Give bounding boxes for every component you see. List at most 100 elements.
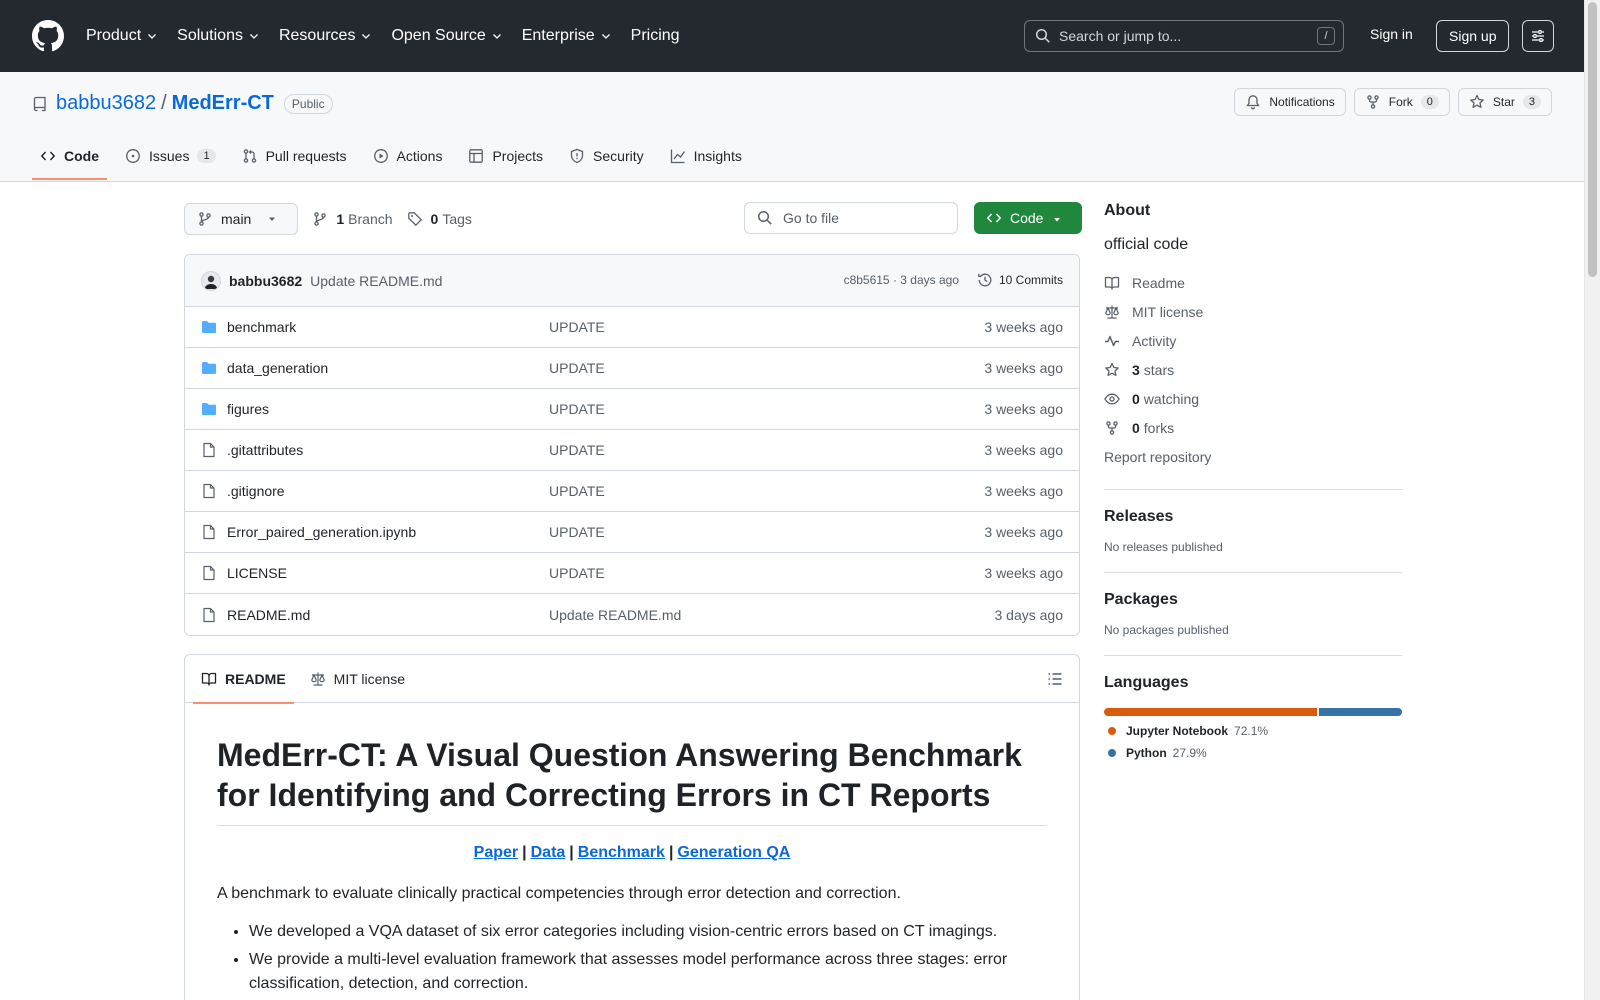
page-scrollbar[interactable]: [1584, 0, 1600, 1000]
repo-owner-link[interactable]: babbu3682: [56, 92, 156, 115]
forks-count: 0: [1132, 419, 1140, 436]
avatar[interactable]: [201, 270, 221, 291]
repo-name-link[interactable]: MedErr-CT: [172, 92, 274, 115]
tab-readme[interactable]: README: [193, 655, 294, 704]
readme-link[interactable]: Readme: [1104, 268, 1402, 297]
settings-menu-button[interactable]: [1522, 20, 1554, 52]
table-row[interactable]: .gitignore UPDATE 3 weeks ago: [185, 471, 1079, 512]
file-commit-message-link[interactable]: UPDATE: [549, 360, 605, 376]
sign-in-link[interactable]: Sign in: [1370, 26, 1413, 42]
chevron-down-icon: [250, 34, 258, 39]
commits-history-link[interactable]: 10 Commits: [977, 272, 1063, 288]
branch-selector[interactable]: main: [184, 203, 299, 235]
nav-product[interactable]: Product: [86, 27, 158, 45]
fork-button[interactable]: Fork 0: [1353, 88, 1450, 116]
branches-link[interactable]: 1 Branch: [312, 211, 393, 227]
graph-icon: [670, 149, 685, 164]
file-commit-message-link[interactable]: UPDATE: [549, 524, 605, 540]
file-commit-time: 3 weeks ago: [984, 360, 1063, 376]
tab-code[interactable]: Code: [32, 132, 107, 180]
nav-open-source[interactable]: Open Source: [391, 27, 502, 45]
file-commit-message-link[interactable]: UPDATE: [549, 565, 605, 581]
nav-enterprise-label: Enterprise: [521, 27, 595, 44]
file-name-link[interactable]: benchmark: [227, 319, 549, 335]
paper-link[interactable]: Paper: [474, 844, 518, 861]
tab-license-label: MIT license: [333, 670, 405, 687]
star-button[interactable]: Star 3: [1457, 88, 1552, 116]
forks-link[interactable]: 0 forks: [1104, 413, 1402, 442]
code-dropdown-button[interactable]: Code: [974, 202, 1082, 234]
table-row[interactable]: README.md Update README.md 3 days ago: [185, 594, 1079, 635]
notifications-label: Notifications: [1269, 95, 1335, 109]
repo-separator: /: [161, 92, 167, 114]
language-item[interactable]: Jupyter Notebook 72.1%: [1104, 724, 1402, 738]
table-row[interactable]: benchmark UPDATE 3 weeks ago: [185, 307, 1079, 348]
table-row[interactable]: figures UPDATE 3 weeks ago: [185, 389, 1079, 430]
file-commit-message-link[interactable]: UPDATE: [549, 401, 605, 417]
book-icon: [1104, 276, 1120, 290]
language-bar-segment: [1319, 708, 1402, 716]
file-name-link[interactable]: .gitattributes: [227, 442, 549, 458]
file-name-link[interactable]: figures: [227, 401, 549, 417]
readme-intro: A benchmark to evaluate clinically pract…: [217, 885, 901, 902]
tab-security[interactable]: Security: [561, 132, 652, 180]
file-commit-message-link[interactable]: Update README.md: [549, 607, 681, 623]
nav-enterprise[interactable]: Enterprise: [522, 27, 612, 45]
notifications-button[interactable]: Notifications: [1234, 88, 1346, 116]
file-name-link[interactable]: .gitignore: [227, 483, 549, 499]
tab-insights[interactable]: Insights: [662, 132, 750, 180]
license-link[interactable]: MIT license: [1104, 297, 1402, 326]
file-icon: [203, 483, 215, 499]
table-row[interactable]: .gitattributes UPDATE 3 weeks ago: [185, 430, 1079, 471]
file-icon: [203, 524, 215, 540]
pulse-icon: [1105, 335, 1119, 346]
packages-heading[interactable]: Packages: [1104, 591, 1402, 609]
chevron-down-icon: [362, 34, 371, 39]
file-commit-message-link[interactable]: UPDATE: [549, 483, 605, 499]
nav-open-source-label: Open Source: [391, 27, 486, 44]
table-row[interactable]: Error_paired_generation.ipynb UPDATE 3 wee…: [185, 512, 1079, 553]
link-separator: |: [668, 844, 674, 861]
tab-projects[interactable]: Projects: [460, 132, 551, 180]
tab-actions[interactable]: Actions: [365, 132, 451, 180]
data-link[interactable]: Data: [531, 844, 566, 861]
code-icon: [986, 213, 1002, 223]
file-commit-message-link[interactable]: UPDATE: [549, 442, 605, 458]
file-name-link[interactable]: LICENSE: [227, 565, 549, 581]
file-icon: [203, 442, 215, 458]
list-outline-icon[interactable]: [1047, 671, 1063, 687]
file-name-link[interactable]: Error_paired_generation.ipynb: [227, 524, 549, 540]
file-commit-message-link[interactable]: UPDATE: [549, 319, 605, 335]
file-name-link[interactable]: README.md: [227, 607, 549, 623]
sign-up-button[interactable]: Sign up: [1436, 20, 1510, 52]
stars-link[interactable]: 3 stars: [1104, 355, 1402, 384]
tab-pull-requests[interactable]: Pull requests: [234, 132, 355, 180]
commit-message-link[interactable]: Update README.md: [310, 273, 442, 289]
tags-link[interactable]: 0 Tags: [407, 211, 472, 227]
table-row[interactable]: LICENSE UPDATE 3 weeks ago: [185, 553, 1079, 594]
language-item[interactable]: Python 27.9%: [1104, 746, 1402, 760]
table-row[interactable]: data_generation UPDATE 3 weeks ago: [185, 348, 1079, 389]
scrollbar-thumb[interactable]: [1588, 2, 1597, 277]
commit-hash-time[interactable]: c8b5615 · 3 days ago: [844, 273, 959, 287]
global-search-input[interactable]: Search or jump to... /: [1024, 20, 1344, 52]
activity-link[interactable]: Activity: [1104, 326, 1402, 355]
link-separator: |: [522, 844, 527, 861]
tag-icon: [407, 212, 422, 227]
commit-author-link[interactable]: babbu3682: [229, 273, 302, 289]
tab-license[interactable]: MIT license: [302, 655, 413, 703]
latest-commit: babbu3682 Update README.md c8b5615 · 3 d…: [185, 255, 1079, 307]
sliders-icon: [1532, 30, 1544, 42]
releases-heading[interactable]: Releases: [1104, 508, 1402, 526]
tab-issues[interactable]: Issues 1: [117, 132, 224, 180]
github-logo-icon[interactable]: [32, 20, 64, 52]
nav-resources[interactable]: Resources: [279, 27, 372, 45]
file-name-link[interactable]: data_generation: [227, 360, 549, 376]
benchmark-link[interactable]: Benchmark: [578, 844, 665, 861]
nav-pricing[interactable]: Pricing: [631, 27, 680, 45]
nav-solutions[interactable]: Solutions: [177, 27, 260, 45]
watching-link[interactable]: 0 watching: [1104, 384, 1402, 413]
generation-qa-link[interactable]: Generation QA: [677, 844, 790, 861]
go-to-file-input[interactable]: Go to file: [744, 202, 958, 234]
report-repository-link[interactable]: Report repository: [1104, 442, 1402, 471]
